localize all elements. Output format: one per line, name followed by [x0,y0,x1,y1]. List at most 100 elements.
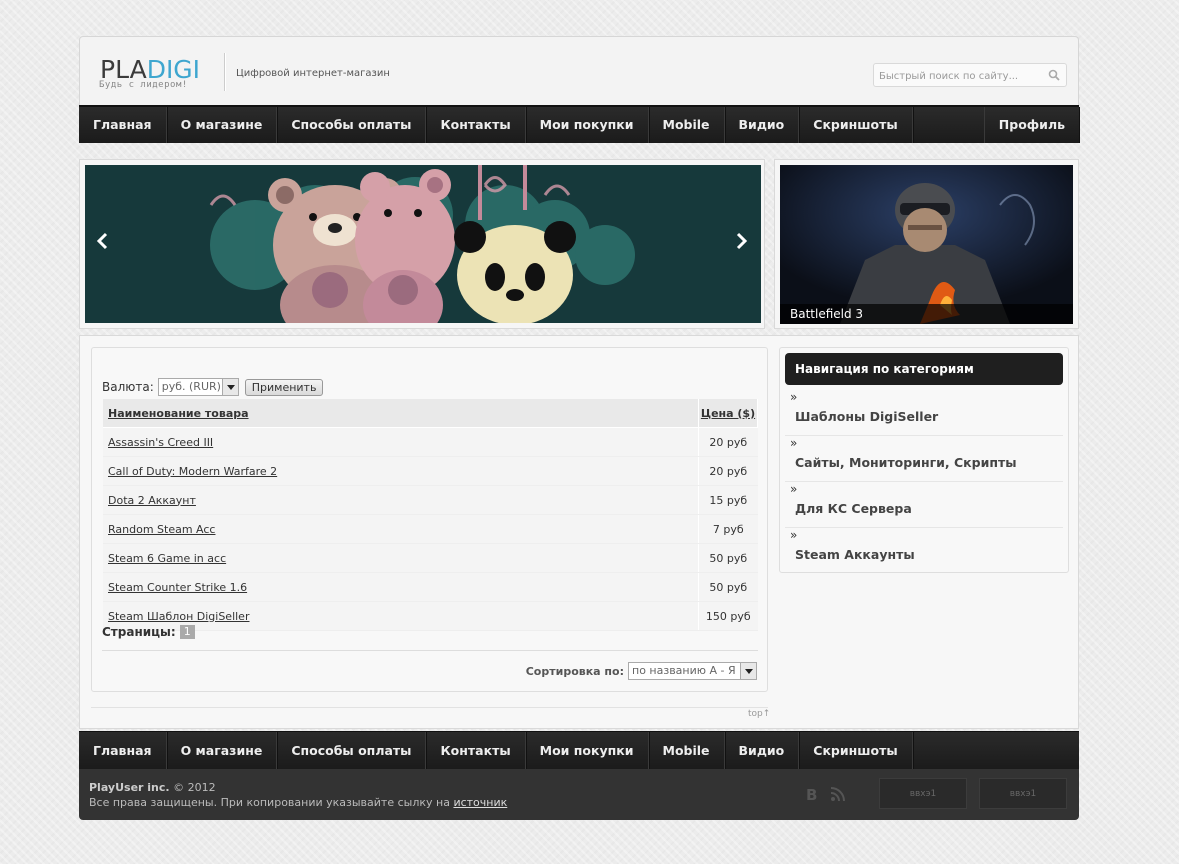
divider [91,707,768,708]
category-label: Сайты, Мониторинги, Скрипты [795,455,1017,470]
table-row: Random Steam Acc 7 руб [103,514,758,544]
copyright-line: PlayUser inc. © 2012 [89,781,216,794]
product-price: 7 руб [698,514,758,544]
footer-nav-item-purchases[interactable]: Мои покупки [526,732,649,769]
logo-slogan: Будь с лидером! [99,80,188,90]
table-row: Dota 2 Аккаунт 15 руб [103,485,758,515]
nav-item-home[interactable]: Главная [79,107,167,143]
product-price: 20 руб [698,427,758,457]
sort-value: по названию А - Я [632,664,736,677]
divider [102,650,758,651]
featured-image[interactable]: Battlefield 3 [780,165,1073,324]
slider-next-icon[interactable] [732,232,750,250]
raquo-icon: » [790,482,798,496]
category-nav-title: Навигация по категориям [785,353,1063,385]
footer-nav: Главная О магазине Способы оплаты Контак… [79,731,1079,769]
vk-icon[interactable]: B [804,786,820,802]
nav-item-payment[interactable]: Способы оплаты [277,107,427,143]
footer-nav-item-about[interactable]: О магазине [167,732,278,769]
product-link[interactable]: Random Steam Acc [103,514,699,544]
footer-nav-item-screenshots[interactable]: Скриншоты [799,732,913,769]
svg-text:B: B [806,786,817,802]
site-tagline: Цифровой интернет-магазин [236,68,390,79]
rss-icon[interactable] [830,786,846,802]
counter-badge[interactable]: ввхэ1 [879,778,967,809]
nav-item-purchases[interactable]: Мои покупки [526,107,649,143]
category-label: Шаблоны DigiSeller [795,409,939,424]
product-link[interactable]: Assassin's Creed III [103,427,699,457]
pagination-label: Страницы: [102,625,176,639]
category-label: Steam Аккаунты [795,547,915,562]
nav-item-contacts[interactable]: Контакты [426,107,526,143]
sort-label: Сортировка по: [525,664,624,678]
counter-badge[interactable]: ввхэ1 [979,778,1067,809]
product-link[interactable]: Dota 2 Аккаунт [103,485,699,515]
slider-prev-icon[interactable] [94,232,112,250]
table-row: Steam Шаблон DigiSeller 150 руб [103,601,758,631]
category-list: » Шаблоны DigiSeller » Сайты, Мониторинг… [785,390,1063,573]
category-nav-panel: Навигация по категориям » Шаблоны DigiSe… [779,347,1069,573]
search-icon[interactable] [1048,69,1060,81]
site-header: PLADIGI Будь с лидером! Цифровой интерне… [79,36,1079,105]
copyright-year: © 2012 [173,781,216,794]
category-label: Для КС Сервера [795,501,912,516]
product-table: Наименование товара Цена ($) Assassin's … [103,399,758,631]
nav-item-mobile[interactable]: Mobile [649,107,725,143]
featured-banner: Battlefield 3 [774,159,1079,329]
raquo-icon: » [790,436,798,450]
footer-nav-item-mobile[interactable]: Mobile [649,732,725,769]
column-header-price[interactable]: Цена ($) [698,399,758,428]
banner-row: Battlefield 3 [79,159,1079,329]
category-item[interactable]: » Сайты, Мониторинги, Скрипты [785,436,1063,482]
product-link[interactable]: Call of Duty: Modern Warfare 2 [103,456,699,486]
product-price: 50 руб [698,543,758,573]
currency-select[interactable]: руб. (RUR) [157,378,239,396]
table-row: Steam 6 Game in acc 50 руб [103,543,758,573]
back-to-top-link[interactable]: top↑ [748,709,770,719]
footer-nav-item-video[interactable]: Видио [725,732,800,769]
pagination: Страницы: 1 [102,625,195,639]
footer-nav-item-payment[interactable]: Способы оплаты [277,732,427,769]
product-price: 15 руб [698,485,758,515]
nav-item-screenshots[interactable]: Скриншоты [799,107,913,143]
product-link[interactable]: Steam 6 Game in acc [103,543,699,573]
nav-item-video[interactable]: Видио [725,107,800,143]
header-divider [224,53,226,91]
raquo-icon: » [790,390,798,404]
product-price: 150 руб [698,601,758,631]
product-price: 20 руб [698,456,758,486]
category-item[interactable]: » Шаблоны DigiSeller [785,390,1063,436]
chevron-down-icon [740,663,756,679]
column-header-name[interactable]: Наименование товара [103,399,699,428]
currency-value: руб. (RUR) [161,380,221,393]
table-header: Наименование товара Цена ($) [103,399,758,428]
raquo-icon: » [790,528,798,542]
sort-select[interactable]: по названию А - Я [628,662,757,680]
nav-item-about[interactable]: О магазине [167,107,278,143]
site-footer: PlayUser inc. © 2012 Все права защищены.… [79,769,1079,820]
search-box [873,63,1067,88]
nav-item-profile[interactable]: Профиль [983,107,1079,143]
search-input[interactable] [874,65,1039,88]
product-price: 50 руб [698,572,758,602]
featured-caption: Battlefield 3 [780,304,1073,324]
apply-button[interactable]: Применить [244,378,324,396]
content-area: Валюта: руб. (RUR) Применить Наименовани… [79,335,1079,729]
page-number-current[interactable]: 1 [179,625,195,639]
slide-image[interactable] [85,165,761,323]
soldier-illustration [780,165,1073,324]
category-item[interactable]: » Для КС Сервера [785,482,1063,528]
sort-row: Сортировка по: по названию А - Я [526,662,757,680]
footer-nav-item-contacts[interactable]: Контакты [426,732,526,769]
footer-nav-item-home[interactable]: Главная [79,732,167,769]
rights-line: Все права защищены. При копировании указ… [89,796,507,809]
slide-illustration [85,165,761,323]
table-row: Call of Duty: Modern Warfare 2 20 руб [103,456,758,486]
rights-text: Все права защищены. При копировании указ… [89,796,450,809]
currency-label: Валюта: [102,380,154,394]
source-link[interactable]: источник [453,796,507,809]
image-slider [79,159,765,329]
product-link[interactable]: Steam Counter Strike 1.6 [103,572,699,602]
product-list-panel: Валюта: руб. (RUR) Применить Наименовани… [91,347,768,692]
category-item[interactable]: » Steam Аккаунты [785,528,1063,573]
